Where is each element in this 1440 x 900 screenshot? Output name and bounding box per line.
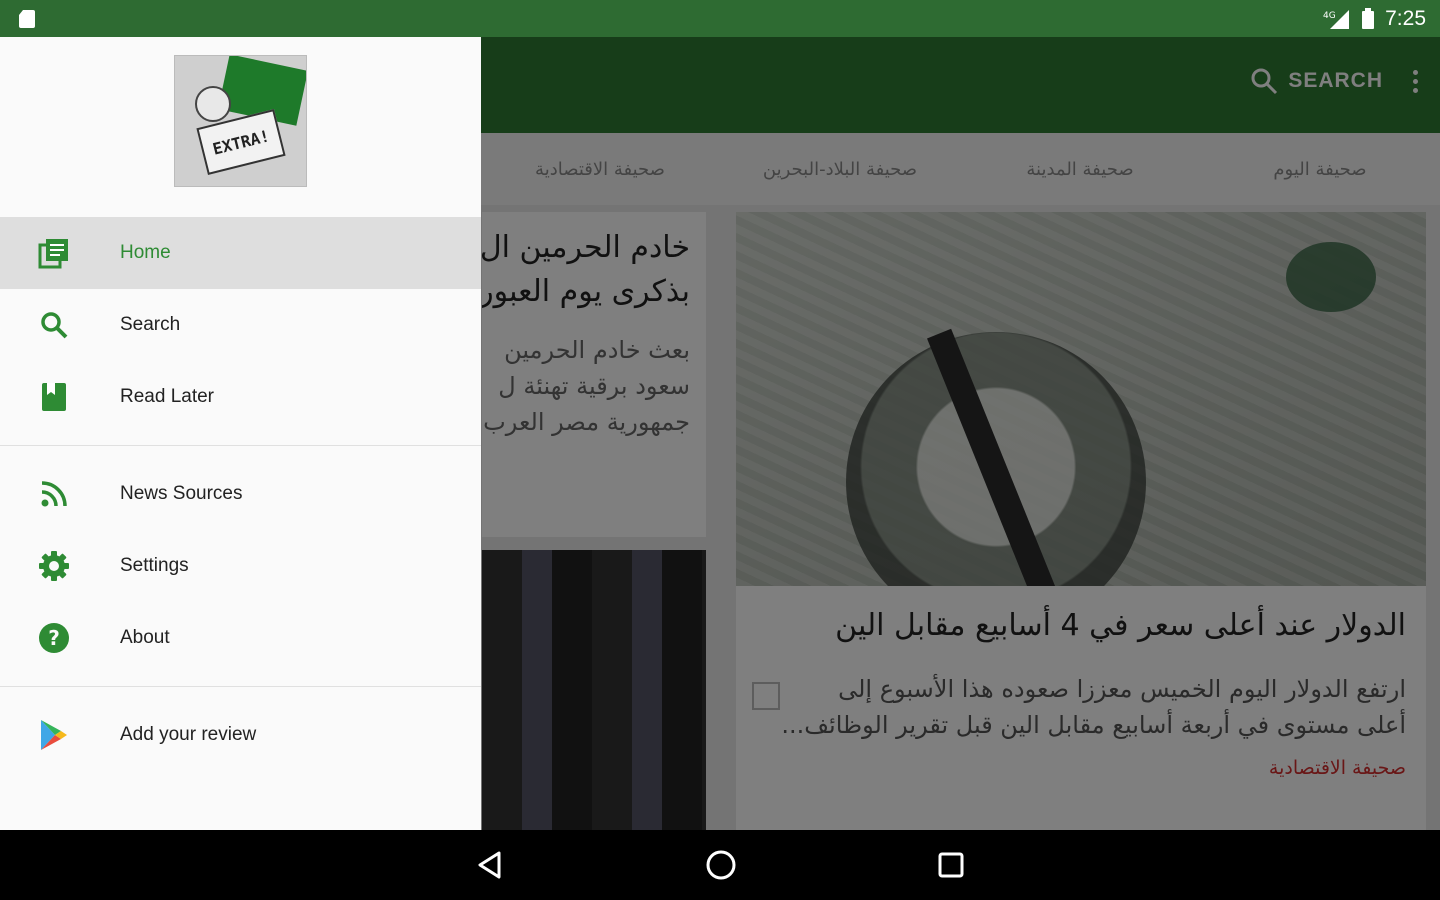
rss-icon xyxy=(38,478,70,510)
navigation-drawer: EXTRA! Home Search Read Later News Sourc… xyxy=(0,37,481,830)
help-icon: ? xyxy=(38,622,70,654)
drawer-item-add-review[interactable]: Add your review xyxy=(0,699,481,771)
drawer-divider xyxy=(0,445,481,446)
status-bar: 4G 7:25 xyxy=(0,0,1440,37)
sd-card-icon xyxy=(19,9,35,28)
bookmark-icon xyxy=(38,381,70,413)
drawer-item-label: Add your review xyxy=(120,724,257,745)
drawer-item-search[interactable]: Search xyxy=(0,289,481,361)
search-icon xyxy=(38,309,70,341)
drawer-item-label: Search xyxy=(120,314,181,335)
back-icon[interactable] xyxy=(475,850,505,880)
gear-icon xyxy=(38,550,70,582)
clock: 7:25 xyxy=(1385,6,1426,30)
drawer-divider xyxy=(0,686,481,687)
drawer-item-label: Read Later xyxy=(120,386,215,407)
drawer-item-about[interactable]: ? About xyxy=(0,602,481,674)
drawer-item-label: News Sources xyxy=(120,483,243,504)
drawer-item-label: About xyxy=(120,627,170,648)
drawer-item-home[interactable]: Home xyxy=(0,217,481,289)
signal-icon: 4G xyxy=(1323,9,1350,29)
drawer-item-label: Home xyxy=(120,242,171,263)
drawer-item-settings[interactable]: Settings xyxy=(0,530,481,602)
drawer-header: EXTRA! xyxy=(0,37,481,217)
drawer-item-label: Settings xyxy=(120,555,189,576)
drawer-item-read-later[interactable]: Read Later xyxy=(0,361,481,433)
home-icon xyxy=(38,237,70,269)
drawer-item-news-sources[interactable]: News Sources xyxy=(0,458,481,530)
home-button-icon[interactable] xyxy=(705,849,737,881)
system-nav-bar xyxy=(0,830,1440,900)
battery-icon xyxy=(1362,7,1375,29)
svg-text:?: ? xyxy=(48,626,60,650)
app-logo: EXTRA! xyxy=(174,55,307,187)
svg-text:4G: 4G xyxy=(1323,11,1336,21)
recents-icon[interactable] xyxy=(937,851,965,879)
play-store-icon xyxy=(38,719,70,751)
